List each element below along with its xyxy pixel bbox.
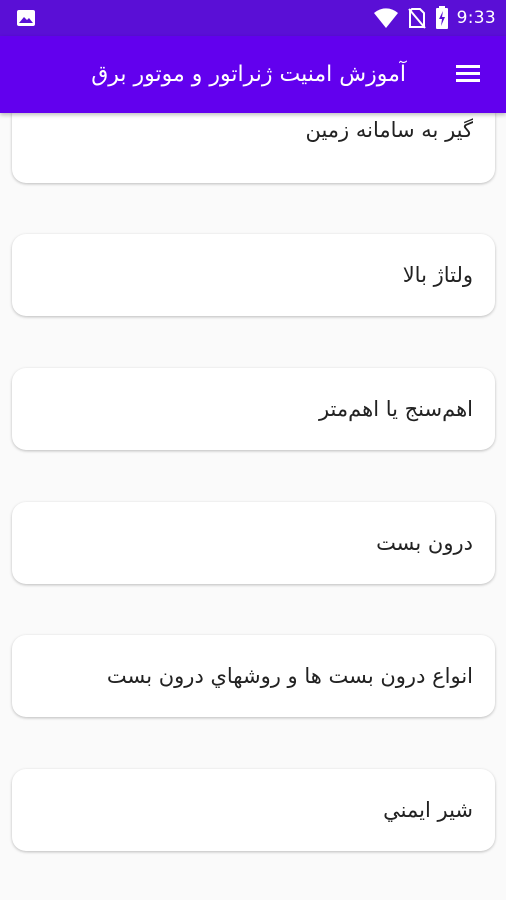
hamburger-menu-icon[interactable] [454,62,482,86]
list-item-label: انواع درون بست ها و روشهاي درون بست [106,664,473,688]
status-time: 9:33 [456,8,496,28]
list-item[interactable]: انواع درون بست ها و روشهاي درون بست [12,635,495,717]
app-bar: آموزش امنیت ژنراتور و موتور برق [0,36,506,113]
list-item-label: اهم‌سنج يا اهم‌متر [318,397,473,421]
list-item[interactable]: شير ايمني [12,769,495,851]
list-item[interactable]: درون بست [12,502,495,584]
battery-charging-icon [435,6,448,29]
image-notification-icon [17,10,35,26]
list-item[interactable]: اهم‌سنج يا اهم‌متر [12,368,495,450]
list-item[interactable]: ولتاژ بالا [12,234,495,316]
status-bar: 9:33 [0,0,506,36]
wifi-icon [373,8,398,28]
lesson-list: گير به سامانه زمين ولتاژ بالا اهم‌سنج يا… [0,113,506,900]
list-item-label: درون بست [376,531,473,555]
app-title: آموزش امنیت ژنراتور و موتور برق [91,62,406,87]
list-item-label: گير به سامانه زمين [305,118,473,142]
list-item[interactable]: گير به سامانه زمين [12,113,495,183]
list-item-label: شير ايمني [383,798,473,822]
list-item-label: ولتاژ بالا [402,263,473,287]
no-sim-icon [407,8,426,29]
